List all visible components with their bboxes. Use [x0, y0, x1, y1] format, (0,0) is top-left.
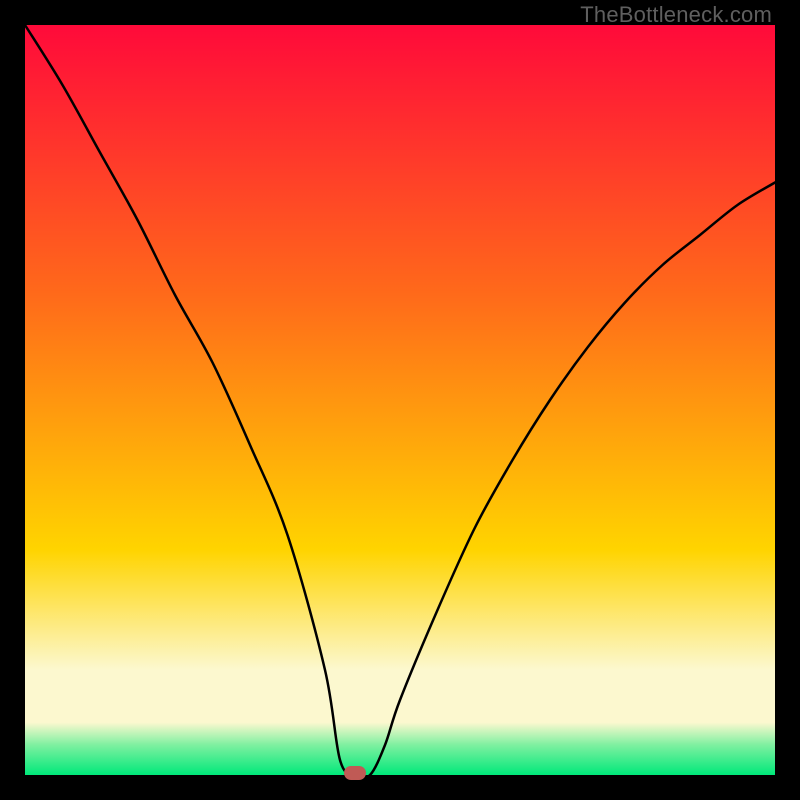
optimum-marker — [344, 766, 366, 780]
chart-area — [25, 25, 775, 775]
bottleneck-curve — [25, 25, 775, 775]
